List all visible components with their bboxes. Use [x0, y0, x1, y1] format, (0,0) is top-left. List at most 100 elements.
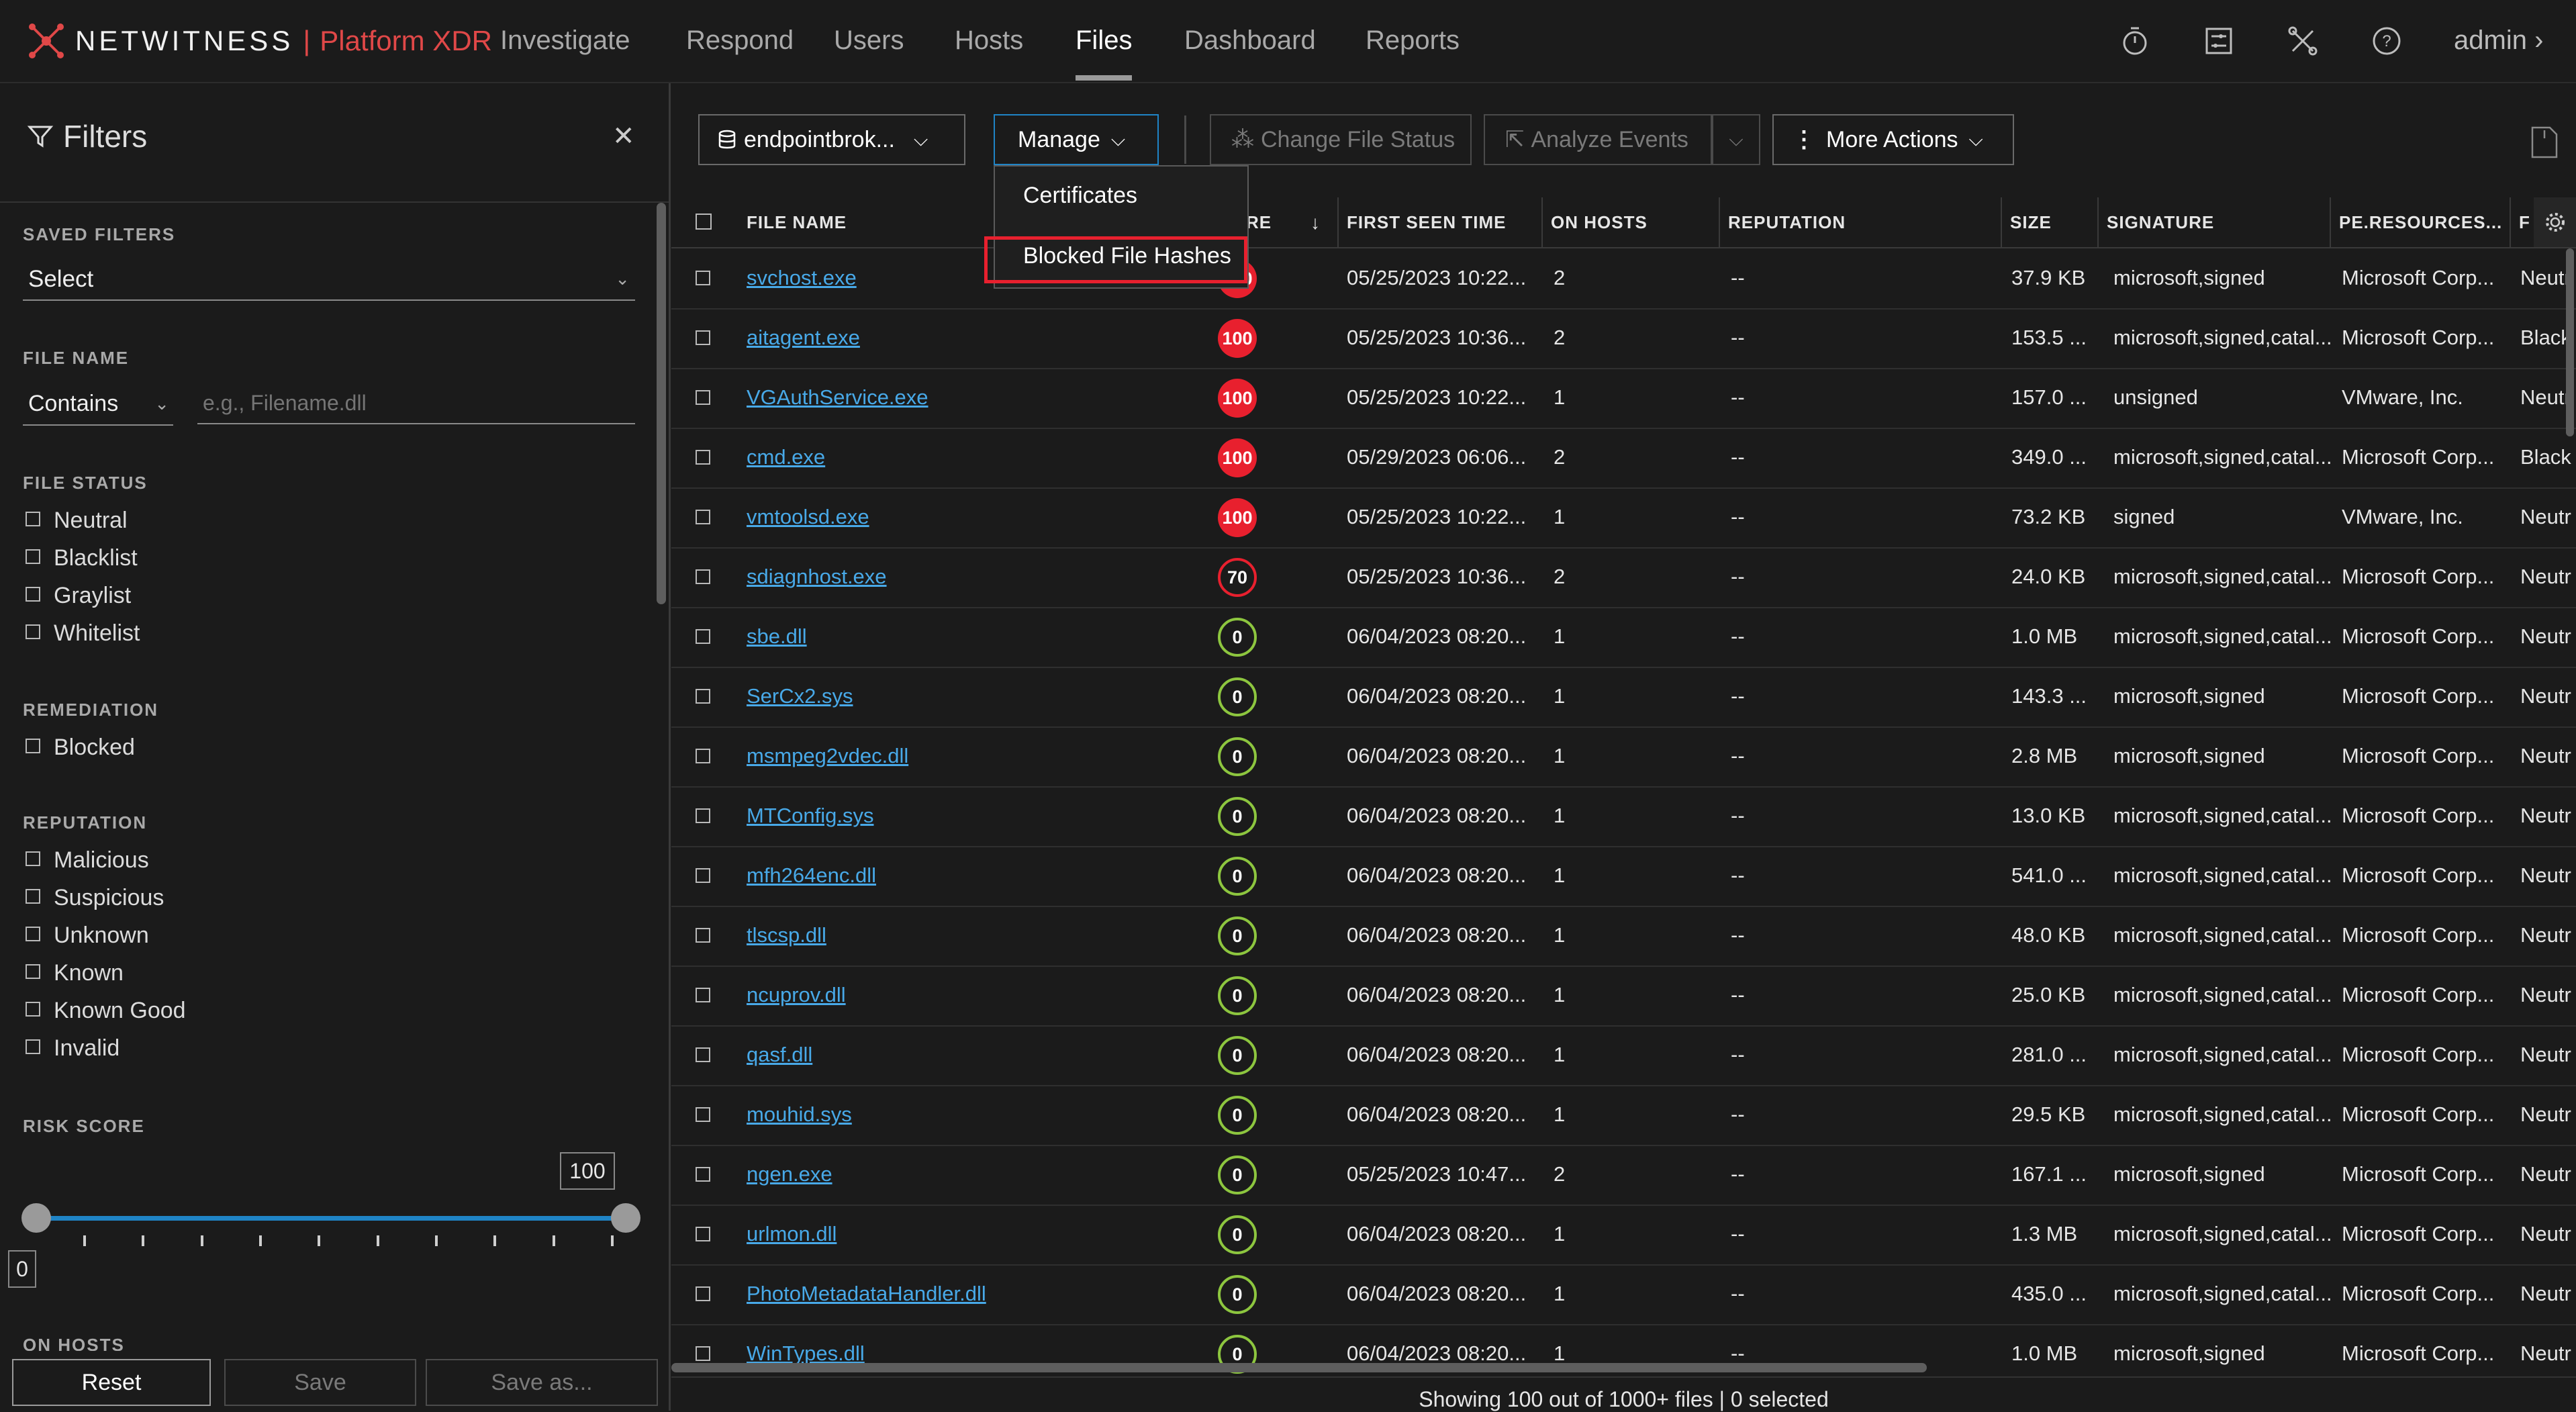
row-checkbox[interactable]: [696, 1286, 710, 1301]
checkbox[interactable]: [26, 926, 40, 941]
column-separator[interactable]: [1541, 197, 1543, 247]
close-icon[interactable]: ✕: [612, 121, 635, 152]
table-row[interactable]: mfh264enc.dll 0 06/04/2023 08:20... 1 -- 541.…: [671, 846, 2576, 907]
checkbox[interactable]: [26, 549, 40, 564]
netwitness-logo[interactable]: NETWITNESS | Platform XDR: [27, 19, 492, 63]
file-name-link[interactable]: tlscsp.dll: [747, 923, 826, 947]
save-as-button[interactable]: Save as...: [426, 1359, 658, 1406]
server-select[interactable]: endpointbrok... ⌵: [698, 114, 965, 165]
save-button[interactable]: Save: [224, 1359, 416, 1406]
table-row[interactable]: VGAuthService.exe 100 05/25/2023 10:22... 1…: [671, 368, 2576, 429]
table-row[interactable]: cmd.exe 100 05/29/2023 06:06... 2 -- 349.0 ..…: [671, 428, 2576, 489]
col-signature[interactable]: SIGNATURE: [2107, 212, 2214, 233]
nav-respond[interactable]: Respond: [686, 26, 794, 56]
table-row[interactable]: svchost.exe10005/25/2023 10:22...2--37.9…: [671, 248, 2576, 310]
tools-icon[interactable]: [2286, 24, 2320, 58]
file-name-link[interactable]: PhotoMetadataHandler.dll: [747, 1282, 986, 1306]
risk-slider-max-handle[interactable]: [611, 1203, 640, 1233]
col-file-name[interactable]: FILE NAME: [747, 212, 847, 233]
file-name-link[interactable]: ngen.exe: [747, 1162, 832, 1186]
file-name-link[interactable]: aitagent.exe: [747, 326, 860, 350]
file-name-link[interactable]: WinTypes.dll: [747, 1342, 865, 1366]
table-vertical-scrollbar[interactable]: [2566, 248, 2574, 436]
row-checkbox[interactable]: [696, 390, 710, 405]
checkbox[interactable]: [26, 511, 40, 526]
row-checkbox[interactable]: [696, 1167, 710, 1182]
row-checkbox[interactable]: [696, 1346, 710, 1361]
row-checkbox[interactable]: [696, 749, 710, 763]
analyze-events-button[interactable]: ⇱ Analyze Events: [1484, 114, 1712, 165]
reset-button[interactable]: Reset: [12, 1359, 211, 1406]
row-checkbox[interactable]: [696, 988, 710, 1002]
col-on-hosts[interactable]: ON HOSTS: [1551, 212, 1648, 233]
filter-neutral[interactable]: Neutral: [26, 508, 128, 534]
filter-malicious[interactable]: Malicious: [26, 847, 149, 874]
file-name-link[interactable]: VGAuthService.exe: [747, 385, 928, 410]
row-checkbox[interactable]: [696, 450, 710, 465]
menu-item-blocked-file-hashes[interactable]: Blocked File Hashes: [1023, 243, 1231, 269]
table-row[interactable]: qasf.dll 0 06/04/2023 08:20... 1 -- 281.0 ...…: [671, 1025, 2576, 1086]
risk-slider-min-handle[interactable]: [21, 1203, 51, 1233]
row-checkbox[interactable]: [696, 1227, 710, 1241]
saved-filters-select[interactable]: Select ⌄: [23, 259, 635, 301]
row-checkbox[interactable]: [696, 1047, 710, 1062]
filter-unknown[interactable]: Unknown: [26, 923, 149, 949]
document-icon[interactable]: [2530, 125, 2559, 160]
table-row[interactable]: urlmon.dll 0 06/04/2023 08:20... 1 -- 1.3 MB m…: [671, 1205, 2576, 1266]
filter-whitelist[interactable]: Whitelist: [26, 620, 140, 647]
file-name-link[interactable]: vmtoolsd.exe: [747, 505, 869, 529]
file-name-link[interactable]: sbe.dll: [747, 624, 807, 649]
file-name-link[interactable]: mfh264enc.dll: [747, 863, 876, 888]
analyze-events-dropdown[interactable]: ⌵: [1712, 114, 1760, 165]
table-row[interactable]: ngen.exe 0 05/25/2023 10:47... 2 -- 167.1 ...…: [671, 1145, 2576, 1206]
file-name-input[interactable]: [197, 383, 635, 424]
col-risk-score[interactable]: RE: [1246, 212, 1272, 233]
nav-dashboard[interactable]: Dashboard: [1184, 26, 1316, 56]
change-file-status-button[interactable]: ⁂ Change File Status: [1210, 114, 1472, 165]
more-actions-button[interactable]: ⋮ More Actions ⌵: [1772, 114, 2014, 165]
col-pe-resources[interactable]: PE.RESOURCES...: [2339, 212, 2502, 233]
select-all-checkbox[interactable]: [696, 214, 712, 230]
column-separator[interactable]: [1719, 197, 1720, 247]
table-row[interactable]: MTConfig.sys 0 06/04/2023 08:20... 1 -- 13.0 …: [671, 786, 2576, 847]
user-menu[interactable]: admin ›: [2454, 26, 2543, 56]
checkbox[interactable]: [26, 1001, 40, 1017]
column-separator[interactable]: [1337, 197, 1339, 247]
file-name-link[interactable]: msmpeg2vdec.dll: [747, 744, 908, 768]
checkbox[interactable]: [26, 624, 40, 639]
menu-item-certificates[interactable]: Certificates: [1023, 183, 1137, 209]
file-name-link[interactable]: cmd.exe: [747, 445, 825, 469]
manage-button[interactable]: Manage ⌵: [994, 114, 1159, 165]
col-file-status[interactable]: F: [2519, 212, 2530, 233]
file-name-link[interactable]: MTConfig.sys: [747, 804, 873, 828]
table-row[interactable]: PhotoMetadataHandler.dll 0 06/04/2023 08:2…: [671, 1264, 2576, 1325]
file-name-link[interactable]: urlmon.dll: [747, 1222, 837, 1246]
filter-suspicious[interactable]: Suspicious: [26, 885, 164, 911]
col-size[interactable]: SIZE: [2010, 212, 2052, 233]
row-checkbox[interactable]: [696, 808, 710, 823]
nav-users[interactable]: Users: [834, 26, 904, 56]
row-checkbox[interactable]: [696, 928, 710, 943]
file-name-link[interactable]: svchost.exe: [747, 266, 857, 290]
timer-icon[interactable]: [2118, 24, 2152, 58]
nav-files[interactable]: Files: [1076, 26, 1132, 56]
checkbox[interactable]: [26, 888, 40, 904]
table-row[interactable]: msmpeg2vdec.dll 0 06/04/2023 08:20... 1 -- 2.…: [671, 726, 2576, 788]
table-row[interactable]: ncuprov.dll 0 06/04/2023 08:20... 1 -- 25.0 K…: [671, 966, 2576, 1027]
table-horizontal-scrollbar[interactable]: [671, 1363, 1927, 1372]
filter-blocked[interactable]: Blocked: [26, 735, 135, 761]
column-settings[interactable]: [2534, 197, 2576, 247]
help-icon[interactable]: ?: [2370, 24, 2403, 58]
filter-invalid[interactable]: Invalid: [26, 1035, 120, 1062]
row-checkbox[interactable]: [696, 689, 710, 704]
file-name-operator-select[interactable]: Contains ⌄: [23, 383, 173, 426]
nav-investigate[interactable]: Investigate: [500, 26, 630, 56]
filter-known-good[interactable]: Known Good: [26, 998, 186, 1024]
checkbox[interactable]: [26, 738, 40, 753]
col-first-seen-time[interactable]: FIRST SEEN TIME: [1347, 212, 1506, 233]
row-checkbox[interactable]: [696, 868, 710, 883]
row-checkbox[interactable]: [696, 1107, 710, 1122]
file-name-link[interactable]: qasf.dll: [747, 1043, 812, 1067]
table-row[interactable]: sdiagnhost.exe 70 05/25/2023 10:36... 2 -- 24…: [671, 547, 2576, 608]
column-separator[interactable]: [2001, 197, 2002, 247]
